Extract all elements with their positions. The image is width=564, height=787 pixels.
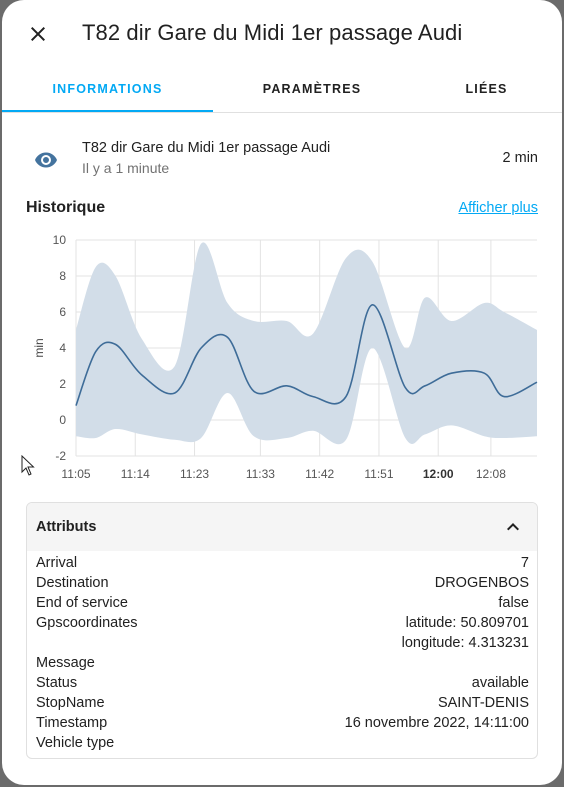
tab-parametres[interactable]: PARAMÈTRES <box>213 66 411 112</box>
attribute-key: Arrival <box>36 555 78 571</box>
attribute-row: Message <box>36 653 529 673</box>
attribute-value-line: false <box>498 595 529 611</box>
more-info-dialog: T82 dir Gare du Midi 1er passage Audi IN… <box>2 0 562 785</box>
attribute-value-line: latitude: 50.809701 <box>405 615 529 631</box>
show-more-link[interactable]: Afficher plus <box>458 200 538 216</box>
dialog-title: T82 dir Gare du Midi 1er passage Audi <box>82 20 463 45</box>
attribute-value: 7 <box>521 553 529 573</box>
chart-y-tick-label: 2 <box>59 377 66 391</box>
attribute-value: SAINT-DENIS <box>438 693 529 713</box>
attribute-row: Vehicle type <box>36 733 529 753</box>
attributes-panel: Attributs Arrival 7 Destination DROGENBOS En… <box>26 502 538 759</box>
attribute-key: StopName <box>36 695 105 711</box>
attribute-value-line: SAINT-DENIS <box>437 695 529 711</box>
attribute-value-line: longitude: 4.313231 <box>401 635 529 651</box>
chart-x-tick-label: 11:05 <box>61 467 90 481</box>
attribute-value: DROGENBOS <box>435 573 529 593</box>
close-button[interactable] <box>18 14 58 54</box>
attribute-value <box>525 653 529 673</box>
attribute-key: Vehicle type <box>36 735 115 751</box>
attribute-row: StopName SAINT-DENIS <box>36 693 529 713</box>
attribute-row: Timestamp 16 novembre 2022, 14:11:00 <box>36 713 529 733</box>
eye-icon <box>35 152 57 168</box>
chart-y-tick-label: 8 <box>59 269 66 283</box>
tab-active-indicator <box>2 110 213 112</box>
chart-x-tick-label: 12:00 <box>423 467 454 481</box>
attribute-value-line: available <box>471 675 529 691</box>
entity-name: T82 dir Gare du Midi 1er passage Audi <box>82 140 331 156</box>
chart-y-tick-label: 10 <box>53 233 67 247</box>
chart-x-tick-label: 11:51 <box>364 467 393 481</box>
chart-x-tick-label: 12:08 <box>476 467 506 481</box>
chart-y-tick-label: 0 <box>59 413 66 427</box>
attribute-value-line: 16 novembre 2022, 14:11:00 <box>344 715 529 731</box>
chart-y-tick-label: -2 <box>55 449 66 463</box>
chart-x-tick-label: 11:42 <box>305 467 334 481</box>
attribute-row: Status available <box>36 673 529 693</box>
attribute-value-line: 7 <box>520 555 529 571</box>
chart-band-min-max <box>76 242 537 445</box>
attribute-key: End of service <box>36 595 128 611</box>
chart-y-axis-label: min <box>32 338 46 357</box>
mouse-cursor-icon <box>21 455 35 476</box>
entity-row[interactable]: T82 dir Gare du Midi 1er passage Audi Il… <box>2 130 562 186</box>
entity-state: 2 min <box>502 150 538 166</box>
attribute-value: 16 novembre 2022, 14:11:00 <box>345 713 529 733</box>
entity-last-changed: Il y a 1 minute <box>82 160 170 176</box>
attribute-value-line <box>525 733 529 753</box>
attribute-value <box>525 733 529 753</box>
history-title: Historique <box>26 199 106 216</box>
chart-y-tick-label: 6 <box>59 305 66 319</box>
tab-informations[interactable]: INFORMATIONS <box>2 66 213 112</box>
chart-x-tick-label: 11:23 <box>180 467 209 481</box>
attribute-key: Timestamp <box>36 715 108 731</box>
attribute-row: Gpscoordinates latitude: 50.809701 longitu… <box>36 613 529 653</box>
attribute-value: latitude: 50.809701 longitude: 4.313231 <box>402 613 529 653</box>
chart-y-tick-label: 4 <box>59 341 66 355</box>
attribute-key: Destination <box>36 575 109 591</box>
attribute-value: false <box>498 593 529 613</box>
chart-x-tick-label: 11:14 <box>121 467 150 481</box>
attribute-row: Arrival 7 <box>36 553 529 573</box>
dialog-header: T82 dir Gare du Midi 1er passage Audi <box>2 0 562 66</box>
attribute-key: Gpscoordinates <box>36 615 138 631</box>
chevron-up-icon <box>507 523 519 531</box>
attribute-value-line: DROGENBOS <box>434 575 529 591</box>
attribute-value: available <box>472 673 529 693</box>
chart-x-tick-label: 11:33 <box>246 467 275 481</box>
attribute-value-line <box>525 653 529 673</box>
history-chart[interactable]: 10 8 6 4 2 0 -2 11:05 11:14 11:23 11:33 11:42 11:51… <box>2 228 562 490</box>
attribute-key: Status <box>36 675 78 691</box>
attributes-title: Attributs <box>36 519 97 535</box>
tab-bar: INFORMATIONS PARAMÈTRES LIÉES <box>2 66 562 113</box>
close-icon <box>31 27 45 41</box>
tab-liees[interactable]: LIÉES <box>411 66 562 112</box>
attributes-header[interactable]: Attributs <box>27 503 537 551</box>
attribute-row: Destination DROGENBOS <box>36 573 529 593</box>
attribute-row: End of service false <box>36 593 529 613</box>
attribute-list: Arrival 7 Destination DROGENBOS End of servi… <box>27 551 537 753</box>
attribute-key: Message <box>36 655 95 671</box>
